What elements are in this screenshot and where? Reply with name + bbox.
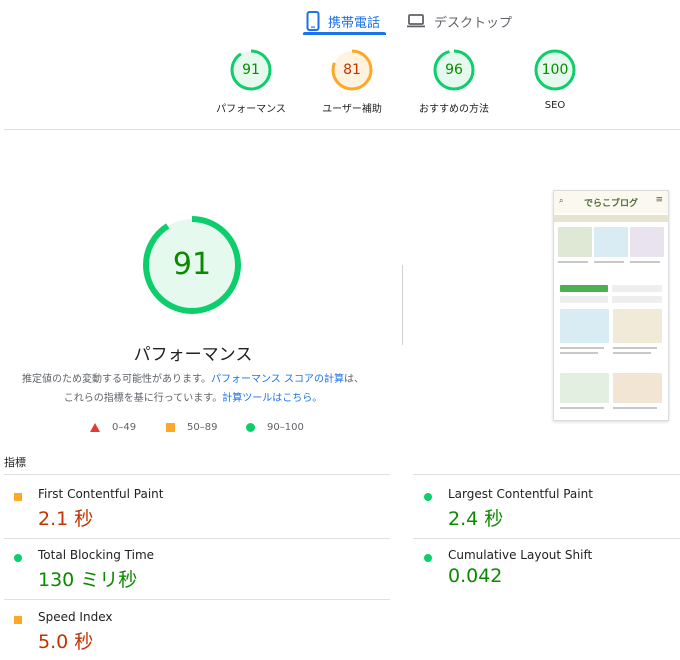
gauge-score: 96	[445, 62, 463, 78]
metric-name: Cumulative Layout Shift	[448, 548, 593, 562]
metrics-divider	[4, 474, 390, 475]
search-icon: ⌕	[559, 196, 564, 205]
laptop-icon	[407, 14, 425, 28]
gauge-accessibility[interactable]: 81 ユーザー補助	[297, 48, 407, 115]
metric-name: Speed Index	[38, 610, 113, 624]
page-screenshot-thumbnail[interactable]: ⌕ でらこブログ ≡	[553, 190, 669, 421]
gauge-ring: 100	[533, 48, 577, 92]
circle-icon	[246, 423, 255, 432]
thumb-line	[594, 261, 624, 263]
thumb-line	[560, 352, 598, 354]
category-scores: 91 パフォーマンス 81 ユーザー補助 96 おすすめの方法 100 SEO	[0, 48, 680, 128]
gauge-performance[interactable]: 91 パフォーマンス	[196, 48, 306, 115]
pass-circle-icon	[424, 554, 432, 562]
metric-value: 2.4 秒	[448, 508, 504, 530]
metrics-divider	[4, 599, 390, 600]
triangle-icon	[90, 423, 100, 432]
gauge-label: パフォーマンス	[216, 104, 286, 115]
gauge-score: 100	[541, 62, 569, 78]
gauge-best-practices[interactable]: 96 おすすめの方法	[399, 48, 509, 115]
phone-icon	[306, 11, 320, 31]
square-icon	[166, 423, 175, 432]
thumb-image	[560, 373, 609, 403]
legend-pass-label: 90–100	[267, 422, 304, 433]
thumb-image	[613, 309, 662, 343]
thumb-line	[558, 261, 588, 263]
metric-value: 0.042	[448, 565, 503, 587]
performance-score: 91	[172, 247, 212, 282]
pass-circle-icon	[14, 554, 22, 562]
tab-desktop-label: デスクトップ	[434, 15, 513, 31]
thumb-nav	[554, 215, 668, 222]
thumb-tab	[612, 296, 662, 303]
thumb-image	[613, 373, 662, 403]
legend-average: 50–89	[166, 422, 217, 433]
gauge-seo[interactable]: 100 SEO	[500, 48, 610, 111]
device-tabs: 携帯電話 デスクトップ	[0, 0, 680, 36]
score-note: 推定値のため変動する可能性があります。パフォーマンス スコアの計算は、これらの指…	[22, 370, 364, 408]
thumb-tab	[612, 285, 662, 292]
score-calculation-link[interactable]: パフォーマンス スコアの計算	[211, 374, 344, 385]
thumb-tab	[560, 296, 608, 303]
thumb-line	[613, 352, 651, 354]
thumb-line	[630, 261, 660, 263]
metric-value: 5.0 秒	[38, 631, 94, 653]
thumb-line	[560, 347, 604, 349]
legend-pass: 90–100	[246, 422, 304, 433]
metric-name: Largest Contentful Paint	[448, 487, 593, 501]
gauge-ring: 96	[432, 48, 476, 92]
performance-gauge-large: 91	[141, 214, 243, 316]
gauge-ring: 81	[330, 48, 374, 92]
legend-fail: 0–49	[90, 422, 136, 433]
thumb-logo: でらこブログ	[584, 199, 639, 209]
active-tab-indicator	[303, 32, 386, 35]
calculator-link[interactable]: 計算ツールはこちら。	[222, 393, 322, 404]
score-legend: 0–49 50–89 90–100	[0, 422, 386, 438]
metric-cls: Cumulative Layout Shift 0.042	[424, 548, 680, 608]
thumb-image	[560, 309, 609, 343]
average-square-icon	[14, 493, 22, 501]
gauge-score: 81	[343, 62, 361, 78]
metric-speed-index: Speed Index 5.0 秒	[14, 610, 274, 660]
vertical-divider	[402, 265, 403, 345]
metric-name: Total Blocking Time	[38, 548, 155, 562]
thumb-image	[630, 227, 664, 257]
metrics-heading: 指標	[4, 456, 26, 469]
metric-value: 130 ミリ秒	[38, 569, 138, 591]
thumb-tab-active	[560, 285, 608, 292]
legend-average-label: 50–89	[187, 422, 218, 433]
legend-fail-label: 0–49	[112, 422, 137, 433]
tab-mobile-label: 携帯電話	[328, 15, 381, 31]
menu-icon: ≡	[655, 195, 663, 205]
metrics-divider	[413, 474, 680, 475]
gauge-label: ユーザー補助	[322, 104, 382, 115]
gauge-ring: 91	[229, 48, 273, 92]
thumb-header: ⌕ でらこブログ ≡	[554, 191, 668, 213]
section-divider	[4, 129, 680, 130]
metrics-divider	[413, 538, 680, 539]
thumb-line	[613, 407, 657, 409]
metric-name: First Contentful Paint	[38, 487, 164, 501]
gauge-label: SEO	[544, 100, 566, 111]
metric-value: 2.1 秒	[38, 508, 94, 530]
tab-desktop[interactable]: デスクトップ	[406, 6, 512, 36]
average-square-icon	[14, 616, 22, 624]
thumb-image	[558, 227, 592, 257]
thumb-line	[613, 347, 657, 349]
pass-circle-icon	[424, 493, 432, 501]
thumb-image	[594, 227, 628, 257]
performance-title: パフォーマンス	[133, 345, 253, 365]
thumb-line	[560, 407, 604, 409]
metrics-divider	[4, 538, 390, 539]
gauge-score: 91	[242, 62, 260, 78]
gauge-label: おすすめの方法	[419, 104, 489, 115]
note-text-1: 推定値のため変動する可能性があります。	[22, 374, 211, 385]
